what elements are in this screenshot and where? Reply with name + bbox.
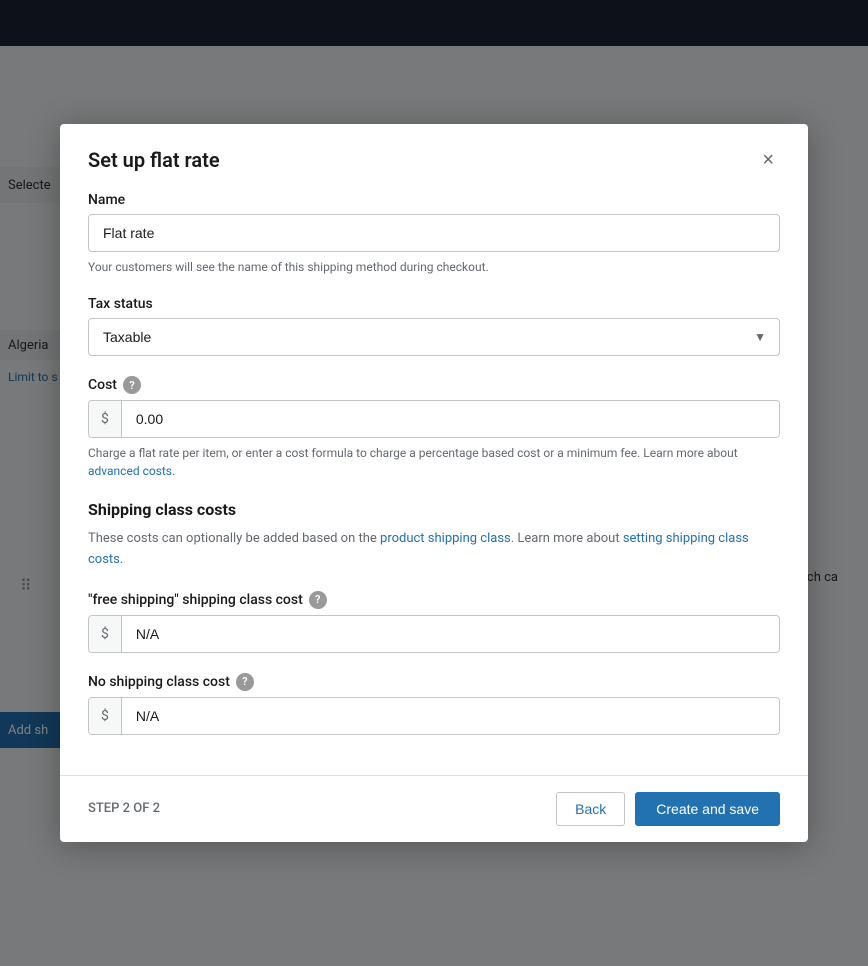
tax-status-select[interactable]: Taxable None	[88, 318, 780, 356]
tax-status-field-group: Tax status Taxable None ▼	[88, 296, 780, 356]
footer-buttons: Back Create and save	[556, 792, 780, 826]
name-hint: Your customers will see the name of this…	[88, 258, 780, 276]
modal-body: Name Your customers will see the name of…	[60, 172, 808, 775]
tax-status-select-wrapper: Taxable None ▼	[88, 318, 780, 356]
back-button[interactable]: Back	[556, 792, 625, 826]
shipping-class-costs-title: Shipping class costs	[88, 500, 780, 519]
advanced-costs-link[interactable]: advanced costs	[88, 464, 172, 478]
cost-input[interactable]	[122, 401, 779, 437]
no-shipping-label-row: No shipping class cost ?	[88, 673, 780, 691]
cost-help-icon[interactable]: ?	[123, 376, 141, 394]
no-shipping-input[interactable]	[122, 698, 779, 734]
free-shipping-input[interactable]	[122, 616, 779, 652]
no-shipping-help-icon[interactable]: ?	[236, 673, 254, 691]
no-shipping-currency-prefix: $	[89, 698, 122, 734]
free-shipping-label-row: "free shipping" shipping class cost ?	[88, 591, 780, 609]
free-shipping-input-wrapper: $	[88, 615, 780, 653]
name-input[interactable]	[88, 214, 780, 252]
modal-header: Set up flat rate ×	[60, 124, 808, 172]
free-shipping-currency-prefix: $	[89, 616, 122, 652]
modal-footer: STEP 2 OF 2 Back Create and save	[60, 775, 808, 842]
modal-overlay: Set up flat rate × Name Your customers w…	[0, 0, 868, 966]
shipping-class-costs-desc: These costs can optionally be added base…	[88, 529, 780, 571]
tax-status-label: Tax status	[88, 296, 780, 312]
name-field-group: Name Your customers will see the name of…	[88, 192, 780, 276]
modal-title: Set up flat rate	[88, 148, 220, 172]
cost-label-row: Cost ?	[88, 376, 780, 394]
shipping-class-costs-section: Shipping class costs These costs can opt…	[88, 500, 780, 735]
free-shipping-help-icon[interactable]: ?	[309, 591, 327, 609]
no-shipping-input-wrapper: $	[88, 697, 780, 735]
create-and-save-button[interactable]: Create and save	[635, 792, 780, 826]
cost-field-group: Cost ? $ Charge a flat rate per item, or…	[88, 376, 780, 480]
name-label: Name	[88, 192, 780, 208]
cost-input-wrapper: $	[88, 400, 780, 438]
step-indicator: STEP 2 OF 2	[88, 801, 160, 816]
modal-close-button[interactable]: ×	[756, 148, 780, 172]
product-shipping-class-link[interactable]: product shipping class	[380, 531, 511, 546]
cost-currency-prefix: $	[89, 401, 122, 437]
cost-hint: Charge a flat rate per item, or enter a …	[88, 444, 780, 480]
free-shipping-class-cost-group: "free shipping" shipping class cost ? $	[88, 591, 780, 653]
no-shipping-class-cost-group: No shipping class cost ? $	[88, 673, 780, 735]
flat-rate-modal: Set up flat rate × Name Your customers w…	[60, 124, 808, 842]
